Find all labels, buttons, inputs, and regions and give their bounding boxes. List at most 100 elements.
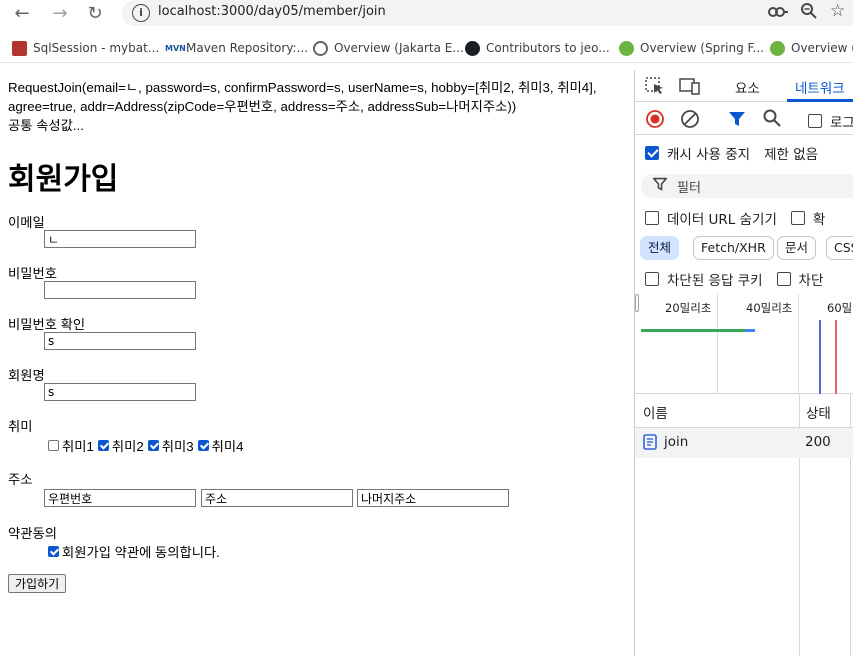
blocked-requests-checkbox[interactable] (776, 272, 791, 286)
network-toolbar: 로그 (635, 103, 853, 135)
hobby-checkbox-3[interactable] (147, 440, 159, 451)
globe-icon (313, 40, 328, 56)
record-stop-icon[interactable] (646, 110, 664, 132)
network-timeline[interactable]: 20밀리초 40밀리초 60밀 (635, 294, 853, 394)
hobby-option-label: 취미3 (161, 439, 194, 454)
bookmark-item[interactable]: Contributors to jeo... (465, 39, 610, 57)
address-field[interactable] (201, 489, 353, 507)
agree-row: 회원가입 약관에 동의합니다. (44, 542, 220, 561)
bookmark-item[interactable]: Overview (Jakarta E... (313, 39, 464, 57)
github-icon (465, 40, 480, 56)
column-name[interactable]: 이름 (643, 402, 668, 422)
bookmark-item[interactable]: SqlSession - mybat... (12, 39, 159, 57)
hobby-options: 취미1 취미2 취미3 취미4 (44, 436, 244, 455)
filter-funnel-icon (652, 177, 668, 195)
inspect-element-icon[interactable] (645, 77, 665, 99)
timeline-label: 60밀 (827, 301, 853, 315)
mybatis-favicon-icon (12, 40, 27, 56)
join-submit-button[interactable]: 가입하기 (8, 574, 67, 593)
chip-doc[interactable]: 문서 (777, 236, 817, 260)
timeline-handle[interactable] (635, 294, 639, 312)
url-text[interactable]: localhost:3000/day05/member/join (158, 4, 386, 19)
user-name-field[interactable] (44, 383, 196, 401)
zip-code-field[interactable] (44, 489, 196, 507)
blocked-cookies-checkbox[interactable] (645, 272, 659, 286)
request-name[interactable]: join (664, 434, 688, 450)
hobby-checkbox-4[interactable] (197, 440, 209, 451)
search-icon[interactable] (763, 109, 781, 131)
hobby-option-label: 취미1 (62, 439, 94, 454)
agree-checkbox-label: 회원가입 약관에 동의합니다. (62, 545, 220, 560)
timeline-bar-blue (745, 329, 755, 332)
spring-leaf-icon (619, 40, 634, 56)
dom-content-loaded-marker (819, 320, 821, 394)
throttling-select[interactable]: 제한 없음 (764, 143, 818, 163)
timeline-gridline (798, 294, 799, 394)
bookmark-item[interactable]: Overview (S (770, 39, 853, 57)
email-field[interactable] (44, 230, 196, 248)
chip-fetch-xhr[interactable]: Fetch/XHR (693, 236, 774, 260)
disable-cache-checkbox[interactable] (645, 146, 659, 160)
load-marker (835, 320, 837, 394)
hide-extension-checkbox[interactable] (790, 211, 805, 225)
address-bar[interactable]: i localhost:3000/day05/member/join ☆ (122, 0, 853, 26)
reload-icon[interactable]: ↻ (83, 2, 107, 24)
confirm-password-label: 비밀번호 확인 (8, 317, 86, 332)
bookmark-item[interactable]: MVN Maven Repository:... (165, 39, 308, 57)
blocked-cookies-option[interactable]: 차단된 응답 쿠키 차단 (645, 269, 853, 289)
chip-css[interactable]: CSS (826, 236, 853, 260)
address-label: 주소 (8, 472, 33, 487)
timeline-gridline (717, 294, 718, 394)
filter-placeholder: 필터 (677, 181, 701, 196)
password-key-icon[interactable] (768, 4, 788, 24)
hobby-option-label: 취미2 (111, 439, 144, 454)
hobby-checkbox-2[interactable] (97, 440, 109, 451)
confirm-password-field[interactable] (44, 332, 196, 350)
timeline-bar-green (641, 329, 745, 332)
document-icon (643, 434, 657, 454)
table-row[interactable]: join 200 (635, 428, 853, 458)
chip-all[interactable]: 전체 (640, 236, 680, 260)
hide-data-urls-option[interactable]: 데이터 URL 숨기기 확 (645, 208, 853, 228)
preserve-log-checkbox[interactable] (808, 114, 822, 128)
hide-data-urls-checkbox[interactable] (645, 211, 659, 225)
active-tab-indicator (787, 99, 853, 102)
zoom-icon[interactable] (800, 2, 818, 24)
hobby-label: 취미 (8, 419, 33, 434)
back-arrow-icon[interactable]: ← (10, 2, 34, 24)
filter-funnel-icon[interactable] (728, 110, 746, 132)
hobby-checkbox-1[interactable] (48, 440, 59, 451)
debug-output: RequestJoin(email=ㄴ, password=s, confirm… (8, 80, 597, 133)
page-content: RequestJoin(email=ㄴ, password=s, confirm… (0, 70, 634, 656)
bookmarks-bar: SqlSession - mybat... MVN Maven Reposito… (0, 33, 853, 63)
request-table-header: 이름 상태 (635, 394, 853, 428)
tab-elements[interactable]: 요소 (735, 77, 760, 97)
password-label: 비밀번호 (8, 266, 57, 281)
devtools-panel: 요소 네트워크 로그 캐시 사용 중지 제한 없음 필터 데이터 URL 숨기기… (634, 70, 853, 656)
request-status: 200 (805, 434, 831, 450)
disable-cache-option[interactable]: 캐시 사용 중지 제한 없음 (645, 143, 853, 163)
spring-leaf-icon (770, 40, 785, 56)
agree-label: 약관동의 (8, 526, 57, 541)
filter-input[interactable]: 필터 (641, 174, 853, 198)
preserve-log-option[interactable]: 로그 (808, 111, 853, 131)
agree-checkbox[interactable] (48, 546, 59, 557)
column-status[interactable]: 상태 (806, 402, 831, 422)
email-label: 이메일 (8, 215, 45, 230)
device-toolbar-icon[interactable] (679, 77, 701, 99)
page-title: 회원가입 (8, 163, 119, 196)
forward-arrow-icon[interactable]: → (48, 2, 72, 24)
site-info-icon[interactable]: i (132, 4, 150, 22)
user-name-label: 회원명 (8, 368, 45, 383)
timeline-label: 20밀리초 (665, 301, 712, 315)
timeline-label: 40밀리초 (746, 301, 793, 315)
hobby-option-label: 취미4 (211, 439, 244, 454)
bookmark-item[interactable]: Overview (Spring F... (619, 39, 764, 57)
browser-toolbar: ← → ↻ i localhost:3000/day05/member/join… (0, 0, 853, 28)
bookmark-star-icon[interactable]: ☆ (830, 1, 845, 21)
clear-icon[interactable] (681, 110, 699, 132)
address-sub-field[interactable] (357, 489, 509, 507)
maven-favicon-icon: MVN (165, 40, 186, 56)
password-field[interactable] (44, 281, 196, 299)
tab-network[interactable]: 네트워크 (795, 77, 845, 97)
